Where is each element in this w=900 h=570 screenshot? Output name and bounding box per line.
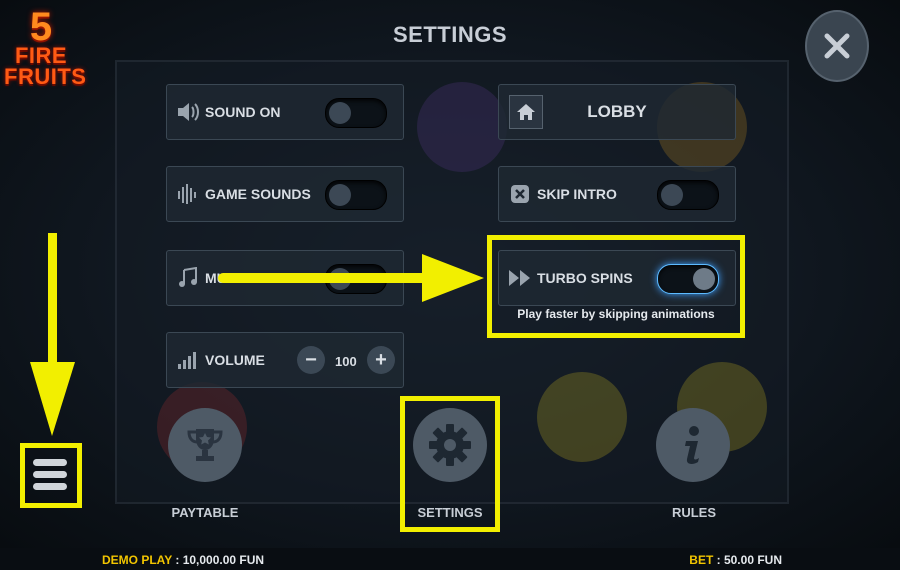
bet-display: BET : 50.00 FUN bbox=[689, 553, 782, 567]
demo-play-label: DEMO PLAY bbox=[102, 553, 173, 567]
bet-label: BET bbox=[689, 553, 714, 567]
demo-play-value: : 10,000.00 FUN bbox=[172, 553, 265, 567]
status-bar: DEMO PLAY : 10,000.00 FUN BET : 50.00 FU… bbox=[0, 548, 900, 570]
demo-balance: DEMO PLAY : 10,000.00 FUN bbox=[102, 553, 264, 567]
down-arrow-head bbox=[30, 362, 75, 436]
bet-value: : 50.00 FUN bbox=[713, 553, 782, 567]
annotation-arrows bbox=[30, 233, 484, 436]
right-arrow-head bbox=[422, 254, 484, 302]
right-arrow-shaft bbox=[218, 273, 430, 283]
down-arrow-shaft bbox=[48, 233, 57, 368]
